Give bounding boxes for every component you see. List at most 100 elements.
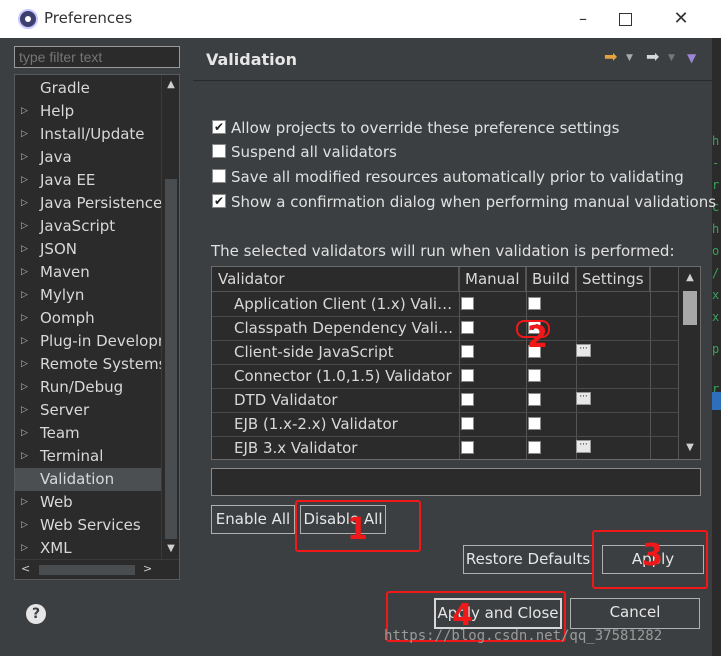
apply-and-close-button[interactable]: Apply and Close: [434, 598, 562, 629]
tree-item-java-persistence[interactable]: ▷ Java Persistence: [15, 192, 162, 215]
expand-arrow-icon[interactable]: ▷: [21, 353, 31, 376]
tree-item-plug-in-development[interactable]: ▷ Plug-in Development: [15, 330, 179, 353]
build-checkbox[interactable]: [528, 441, 541, 454]
checkbox[interactable]: ✔: [212, 194, 226, 208]
table-row[interactable]: Connector (1.0,1.5) Validator: [212, 364, 678, 389]
scroll-left-icon[interactable]: <: [21, 562, 30, 575]
tree-item-maven[interactable]: ▷ Maven: [15, 261, 161, 284]
manual-checkbox[interactable]: [461, 345, 474, 358]
build-checkbox[interactable]: [528, 297, 541, 310]
table-row[interactable]: Client-side JavaScript ···: [212, 340, 678, 365]
expand-arrow-icon[interactable]: ▷: [21, 330, 31, 353]
table-row[interactable]: EJB 3.x Validator ···: [212, 436, 678, 459]
cancel-button[interactable]: Cancel: [570, 598, 700, 629]
tree-item-server[interactable]: ▷ Server: [15, 399, 161, 422]
table-row[interactable]: Classpath Dependency Validator ✔: [212, 316, 678, 341]
manual-checkbox[interactable]: [461, 297, 474, 310]
settings-ellipsis-button[interactable]: ···: [576, 392, 591, 405]
build-checkbox[interactable]: [528, 369, 541, 382]
expand-arrow-icon[interactable]: ▷: [21, 123, 31, 146]
manual-checkbox[interactable]: [461, 441, 474, 454]
settings-ellipsis-button[interactable]: ···: [576, 440, 591, 453]
checkbox[interactable]: [212, 169, 226, 183]
column-header-validator[interactable]: Validator: [212, 267, 459, 291]
scroll-down-icon[interactable]: ▼: [679, 440, 700, 456]
expand-arrow-icon[interactable]: ▷: [21, 238, 31, 261]
expand-arrow-icon[interactable]: ▷: [21, 422, 31, 445]
scroll-thumb[interactable]: [683, 291, 697, 325]
manual-checkbox[interactable]: [461, 369, 474, 382]
tree-item-mylyn[interactable]: ▷ Mylyn: [15, 284, 161, 307]
filter-input[interactable]: [14, 46, 180, 68]
tree-item-web-services[interactable]: ▷ Web Services: [15, 514, 161, 537]
apply-button[interactable]: Apply: [602, 545, 704, 574]
checkbox[interactable]: ✔: [212, 120, 226, 134]
expand-arrow-icon[interactable]: ▷: [21, 445, 31, 468]
tree-item-remote-systems[interactable]: ▷ Remote Systems: [15, 353, 166, 376]
tree-item-install-update[interactable]: ▷ Install/Update: [15, 123, 161, 146]
expand-arrow-icon[interactable]: ▷: [21, 100, 31, 123]
table-row[interactable]: Application Client (1.x) Validator: [212, 292, 678, 317]
scroll-thumb[interactable]: [39, 565, 135, 575]
expand-arrow-icon[interactable]: ▷: [21, 169, 31, 192]
close-button[interactable]: ✕: [666, 6, 696, 32]
table-row[interactable]: DTD Validator ···: [212, 388, 678, 413]
tree-item-java[interactable]: ▷ Java: [15, 146, 161, 169]
settings-ellipsis-button[interactable]: ···: [576, 344, 591, 357]
tree-item-run-debug[interactable]: ▷ Run/Debug: [15, 376, 161, 399]
scroll-up-icon[interactable]: ▲: [679, 270, 700, 286]
back-history-dropdown-icon[interactable]: ▼: [626, 53, 633, 63]
back-arrow-icon[interactable]: ➡: [604, 47, 617, 66]
column-header-manual[interactable]: Manual: [459, 267, 526, 291]
expand-arrow-icon[interactable]: ▷: [21, 514, 31, 537]
expand-arrow-icon[interactable]: ▷: [21, 399, 31, 422]
scroll-up-icon[interactable]: ▲: [162, 77, 179, 93]
scroll-right-icon[interactable]: >: [143, 562, 152, 575]
manual-checkbox[interactable]: [461, 321, 474, 334]
tree-item-javascript[interactable]: ▷ JavaScript: [15, 215, 161, 238]
manual-checkbox[interactable]: [461, 417, 474, 430]
column-header-settings[interactable]: Settings: [576, 267, 650, 291]
checkbox[interactable]: [212, 144, 226, 158]
expand-arrow-icon[interactable]: ▷: [21, 284, 31, 307]
tree-item-gradle[interactable]: Gradle: [15, 77, 161, 100]
expand-arrow-icon[interactable]: ▷: [21, 146, 31, 169]
tree-item-terminal[interactable]: ▷ Terminal: [15, 445, 161, 468]
forward-history-dropdown-icon[interactable]: ▼: [668, 53, 675, 63]
maximize-button[interactable]: [610, 6, 640, 32]
tree-item-xml[interactable]: ▷ XML: [15, 537, 161, 560]
tree-item-web[interactable]: ▷ Web: [15, 491, 161, 514]
tree-horizontal-scrollbar[interactable]: < >: [15, 559, 179, 579]
tree-item-help[interactable]: ▷ Help: [15, 100, 161, 123]
expand-arrow-icon[interactable]: ▷: [21, 307, 31, 330]
table-vertical-scrollbar[interactable]: ▲ ▼: [678, 267, 700, 459]
expand-arrow-icon[interactable]: ▷: [21, 215, 31, 238]
tree-item-json[interactable]: ▷ JSON: [15, 238, 161, 261]
tree-vertical-scrollbar[interactable]: ▲ ▼: [161, 75, 179, 559]
expand-arrow-icon[interactable]: ▷: [21, 376, 31, 399]
expand-arrow-icon[interactable]: ▷: [21, 261, 31, 284]
scroll-down-icon[interactable]: ▼: [162, 541, 179, 557]
scroll-thumb[interactable]: [165, 179, 177, 539]
tree-item-oomph[interactable]: ▷ Oomph: [15, 307, 161, 330]
restore-defaults-button[interactable]: Restore Defaults: [463, 545, 593, 574]
column-header-build[interactable]: Build: [526, 267, 576, 291]
expand-arrow-icon[interactable]: ▷: [21, 192, 31, 215]
expand-arrow-icon[interactable]: ▷: [21, 537, 31, 560]
tree-item-validation[interactable]: Validation: [15, 468, 161, 491]
tree-item-team[interactable]: ▷ Team: [15, 422, 161, 445]
table-row[interactable]: EJB (1.x-2.x) Validator: [212, 412, 678, 437]
build-checkbox[interactable]: [528, 345, 541, 358]
minimize-button[interactable]: –: [568, 6, 598, 32]
tree-item-java-ee[interactable]: ▷ Java EE: [15, 169, 161, 192]
help-icon[interactable]: ?: [26, 604, 46, 624]
build-checkbox[interactable]: [528, 393, 541, 406]
forward-arrow-icon[interactable]: ➡: [646, 47, 659, 66]
build-checkbox[interactable]: [528, 417, 541, 430]
disable-all-button[interactable]: Disable All: [300, 505, 386, 534]
view-menu-icon[interactable]: ▼: [687, 51, 696, 65]
build-checkbox[interactable]: ✔: [528, 321, 541, 334]
expand-arrow-icon[interactable]: ▷: [21, 491, 31, 514]
manual-checkbox[interactable]: [461, 393, 474, 406]
enable-all-button[interactable]: Enable All: [211, 505, 295, 534]
